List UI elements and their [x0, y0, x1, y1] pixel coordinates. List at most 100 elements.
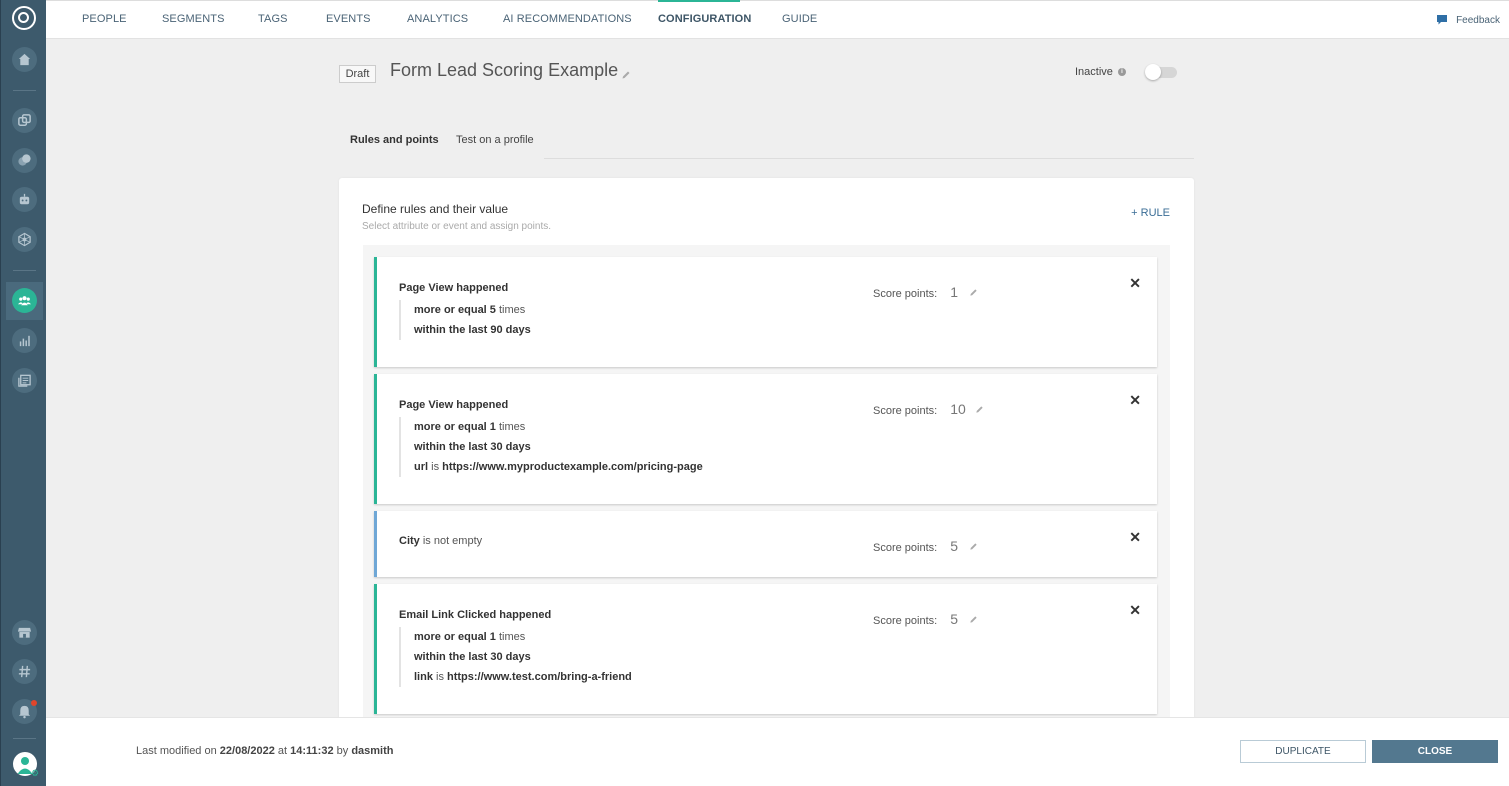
sidebar-divider: [13, 90, 36, 91]
campaigns-icon[interactable]: [12, 108, 37, 133]
tabs: Rules and points Test on a profile: [339, 124, 1194, 159]
rule-event-name: Page View happened: [399, 399, 509, 411]
nav-tab-ai-recommendations[interactable]: AI RECOMMENDATIONS: [503, 13, 632, 25]
edit-score-pencil-icon[interactable]: [969, 542, 978, 551]
last-modified-info: Last modified on 22/08/2022 at 14:11:32 …: [136, 745, 394, 757]
home-icon[interactable]: [12, 47, 37, 72]
network-icon[interactable]: [12, 227, 37, 252]
feedback-chat-icon: [1437, 15, 1448, 25]
remove-rule-close-icon[interactable]: ✕: [1129, 602, 1141, 619]
condition-property: url: [414, 461, 429, 473]
condition-value: within the last 30 days: [414, 651, 531, 663]
score-points: Score points: 10: [873, 401, 984, 417]
footer-bar: Last modified on 22/08/2022 at 14:11:32 …: [46, 717, 1509, 786]
condition-property: link: [414, 671, 433, 683]
rule-condition: link is https://www.test.com/bring-a-fri…: [414, 667, 632, 687]
feedback-button[interactable]: Feedback: [1436, 14, 1500, 26]
condition-operator: is: [428, 461, 443, 473]
condition-value: more or equal 1: [414, 421, 496, 433]
nav-tab-configuration[interactable]: CONFIGURATION: [658, 13, 751, 25]
feedback-label: Feedback: [1456, 14, 1500, 26]
score-label: Score points:: [873, 405, 938, 417]
rule-event-name: Page View happened: [399, 282, 509, 294]
score-value: 1: [950, 284, 958, 300]
condition-operator: is: [432, 671, 448, 683]
sidebar-divider: [13, 738, 36, 739]
rule-attribute: City is not empty: [399, 535, 482, 547]
people-icon[interactable]: [12, 288, 37, 313]
edit-score-pencil-icon[interactable]: [969, 615, 978, 624]
rule-conditions: more or equal 1 times within the last 30…: [399, 417, 703, 477]
remove-rule-close-icon[interactable]: ✕: [1129, 392, 1141, 409]
status-badge: Draft: [339, 65, 376, 83]
modified-date: 22/08/2022: [219, 745, 275, 757]
logo-icon[interactable]: [12, 6, 36, 30]
rule-condition: within the last 30 days: [414, 647, 632, 667]
score-value: 5: [950, 538, 958, 554]
score-label: Score points:: [873, 542, 938, 554]
add-rule-button[interactable]: + RULE: [1131, 207, 1170, 219]
store-icon[interactable]: [12, 620, 37, 645]
condition-value: https://www.test.com/bring-a-friend: [447, 671, 632, 683]
analytics-icon[interactable]: [12, 328, 37, 353]
rule-item: Page View happened more or equal 5 times…: [374, 257, 1157, 367]
remove-rule-close-icon[interactable]: ✕: [1129, 275, 1141, 292]
edit-title-pencil-icon[interactable]: [621, 70, 631, 80]
page-title: Form Lead Scoring Example: [390, 60, 619, 80]
rule-condition: more or equal 1 times: [414, 627, 632, 647]
nav-tab-guide[interactable]: GUIDE: [782, 13, 817, 25]
active-toggle[interactable]: [1145, 64, 1177, 80]
info-icon[interactable]: i: [1118, 68, 1126, 76]
modified-prefix: Last modified on: [136, 745, 220, 757]
condition-value: within the last 90 days: [414, 324, 531, 336]
modified-user: dasmith: [351, 745, 394, 757]
modified-at: at: [274, 745, 291, 757]
score-points: Score points: 5: [873, 538, 978, 554]
duplicate-button[interactable]: DUPLICATE: [1240, 740, 1366, 763]
tab-rules-and-points[interactable]: Rules and points: [350, 134, 439, 146]
condition-value: https://www.myproductexample.com/pricing…: [442, 461, 703, 473]
tabs-divider: [544, 158, 1194, 159]
rules-card: Define rules and their value Select attr…: [339, 178, 1194, 738]
nav-tab-tags[interactable]: TAGS: [258, 13, 288, 25]
condition-suffix: times: [495, 421, 526, 433]
condition-value: more or equal 1: [414, 631, 496, 643]
rule-conditions: more or equal 1 times within the last 30…: [399, 627, 632, 687]
score-points: Score points: 1: [873, 284, 978, 300]
condition-suffix: times: [495, 631, 526, 643]
rule-condition: more or equal 1 times: [414, 417, 703, 437]
nav-tab-segments[interactable]: SEGMENTS: [162, 13, 225, 25]
rule-item: City is not empty Score points: 5 ✕: [374, 511, 1157, 577]
active-status-label: Inactive: [1075, 66, 1113, 78]
condition-value: within the last 30 days: [414, 441, 531, 453]
condition-value: more or equal 5: [414, 304, 496, 316]
hashtag-icon[interactable]: [12, 659, 37, 684]
attribute-name: City: [399, 535, 420, 547]
bot-icon[interactable]: [12, 187, 37, 212]
rule-condition: within the last 30 days: [414, 437, 703, 457]
nav-tab-events[interactable]: EVENTS: [326, 13, 371, 25]
rule-item: Page View happened more or equal 1 times…: [374, 374, 1157, 504]
rule-event-name: Email Link Clicked happened: [399, 609, 552, 621]
score-label: Score points:: [873, 288, 938, 300]
nav-tab-analytics[interactable]: ANALYTICS: [407, 13, 468, 25]
modified-time: 14:11:32: [290, 745, 334, 757]
chat-icon[interactable]: [12, 148, 37, 173]
toggle-knob: [1145, 64, 1161, 80]
rule-condition: within the last 90 days: [414, 320, 531, 340]
modified-by: by: [333, 745, 352, 757]
edit-score-pencil-icon[interactable]: [969, 288, 978, 297]
top-navigation: PEOPLE SEGMENTS TAGS EVENTS ANALYTICS AI…: [46, 0, 1509, 39]
nav-tab-people[interactable]: PEOPLE: [82, 13, 127, 25]
rules-card-title: Define rules and their value: [362, 202, 509, 216]
score-value: 10: [950, 401, 966, 417]
rule-item: Email Link Clicked happened more or equa…: [374, 584, 1157, 714]
close-button[interactable]: CLOSE: [1372, 740, 1498, 763]
remove-rule-close-icon[interactable]: ✕: [1129, 529, 1141, 546]
score-label: Score points:: [873, 615, 938, 627]
edit-score-pencil-icon[interactable]: [975, 405, 984, 414]
settings-gear-icon[interactable]: ⚙: [31, 769, 39, 778]
reports-icon[interactable]: [12, 368, 37, 393]
tab-test-on-profile[interactable]: Test on a profile: [456, 134, 534, 146]
sidebar-divider: [13, 270, 36, 271]
